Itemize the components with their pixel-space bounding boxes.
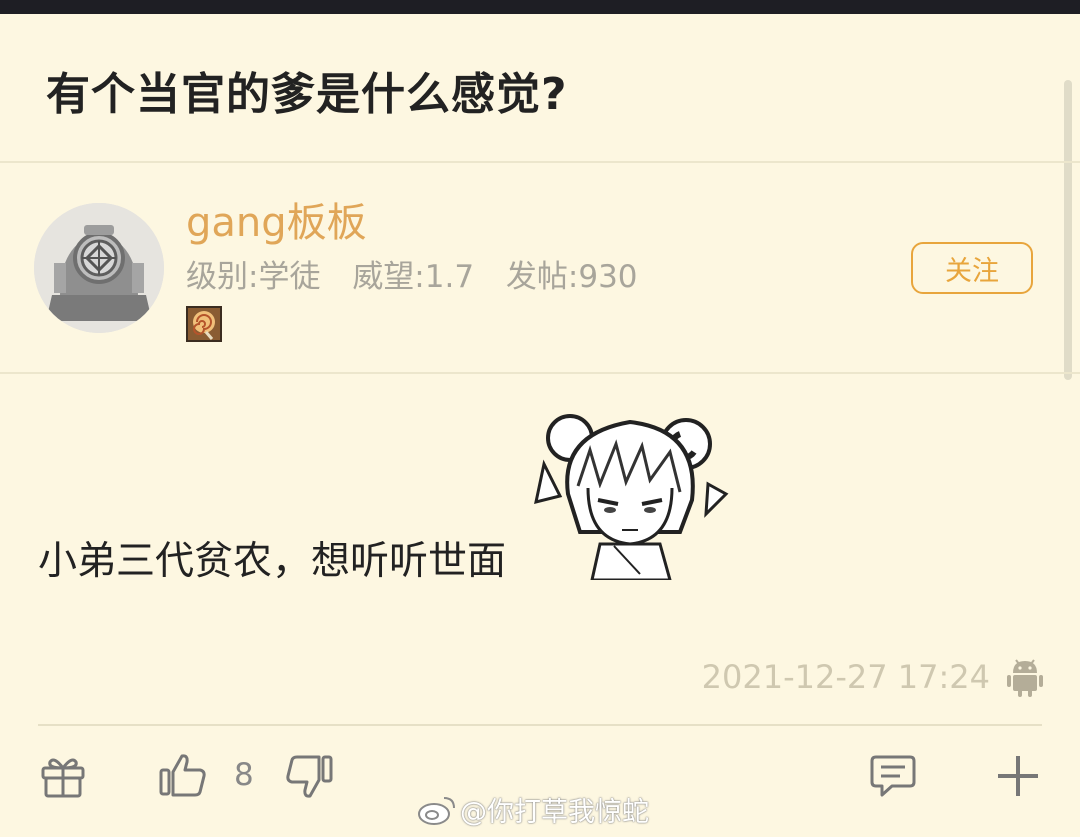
like-count: 8 <box>234 757 254 793</box>
weibo-logo-icon <box>416 792 458 826</box>
scrollbar[interactable] <box>1064 80 1072 380</box>
post-body: 小弟三代贫农，想听听世面 <box>38 539 507 584</box>
watermark: @你打草我惊蛇 <box>460 797 649 828</box>
author-name[interactable]: gang板板 <box>186 190 367 248</box>
author-level: 级别:学徒 <box>186 259 321 295</box>
thumbs-down-icon[interactable] <box>284 754 334 804</box>
page-title: 有个当官的爹是什么感觉? <box>46 69 568 120</box>
anime-girl-sticker <box>530 404 730 582</box>
author-divider <box>0 372 1080 374</box>
author-meta: 级别:学徒 威望:1.7 发帖:930 <box>186 251 660 296</box>
comment-icon[interactable] <box>870 754 916 802</box>
lollipop-badge-icon <box>186 306 222 342</box>
follow-button[interactable]: 关注 <box>911 242 1033 294</box>
android-icon <box>1006 658 1044 698</box>
header-divider <box>0 161 1080 163</box>
diving-helmet-icon <box>34 203 164 333</box>
author-prestige: 威望:1.7 <box>352 259 475 295</box>
author-avatar[interactable] <box>34 203 164 333</box>
author-post-count: 发帖:930 <box>505 259 638 295</box>
toolbar-divider <box>38 724 1042 726</box>
post-timestamp: 2021-12-27 17:24 <box>701 658 990 696</box>
status-bar <box>0 0 1080 14</box>
gift-icon[interactable] <box>40 754 86 802</box>
plus-icon[interactable] <box>996 754 1040 802</box>
thumbs-up-icon[interactable] <box>158 752 208 802</box>
